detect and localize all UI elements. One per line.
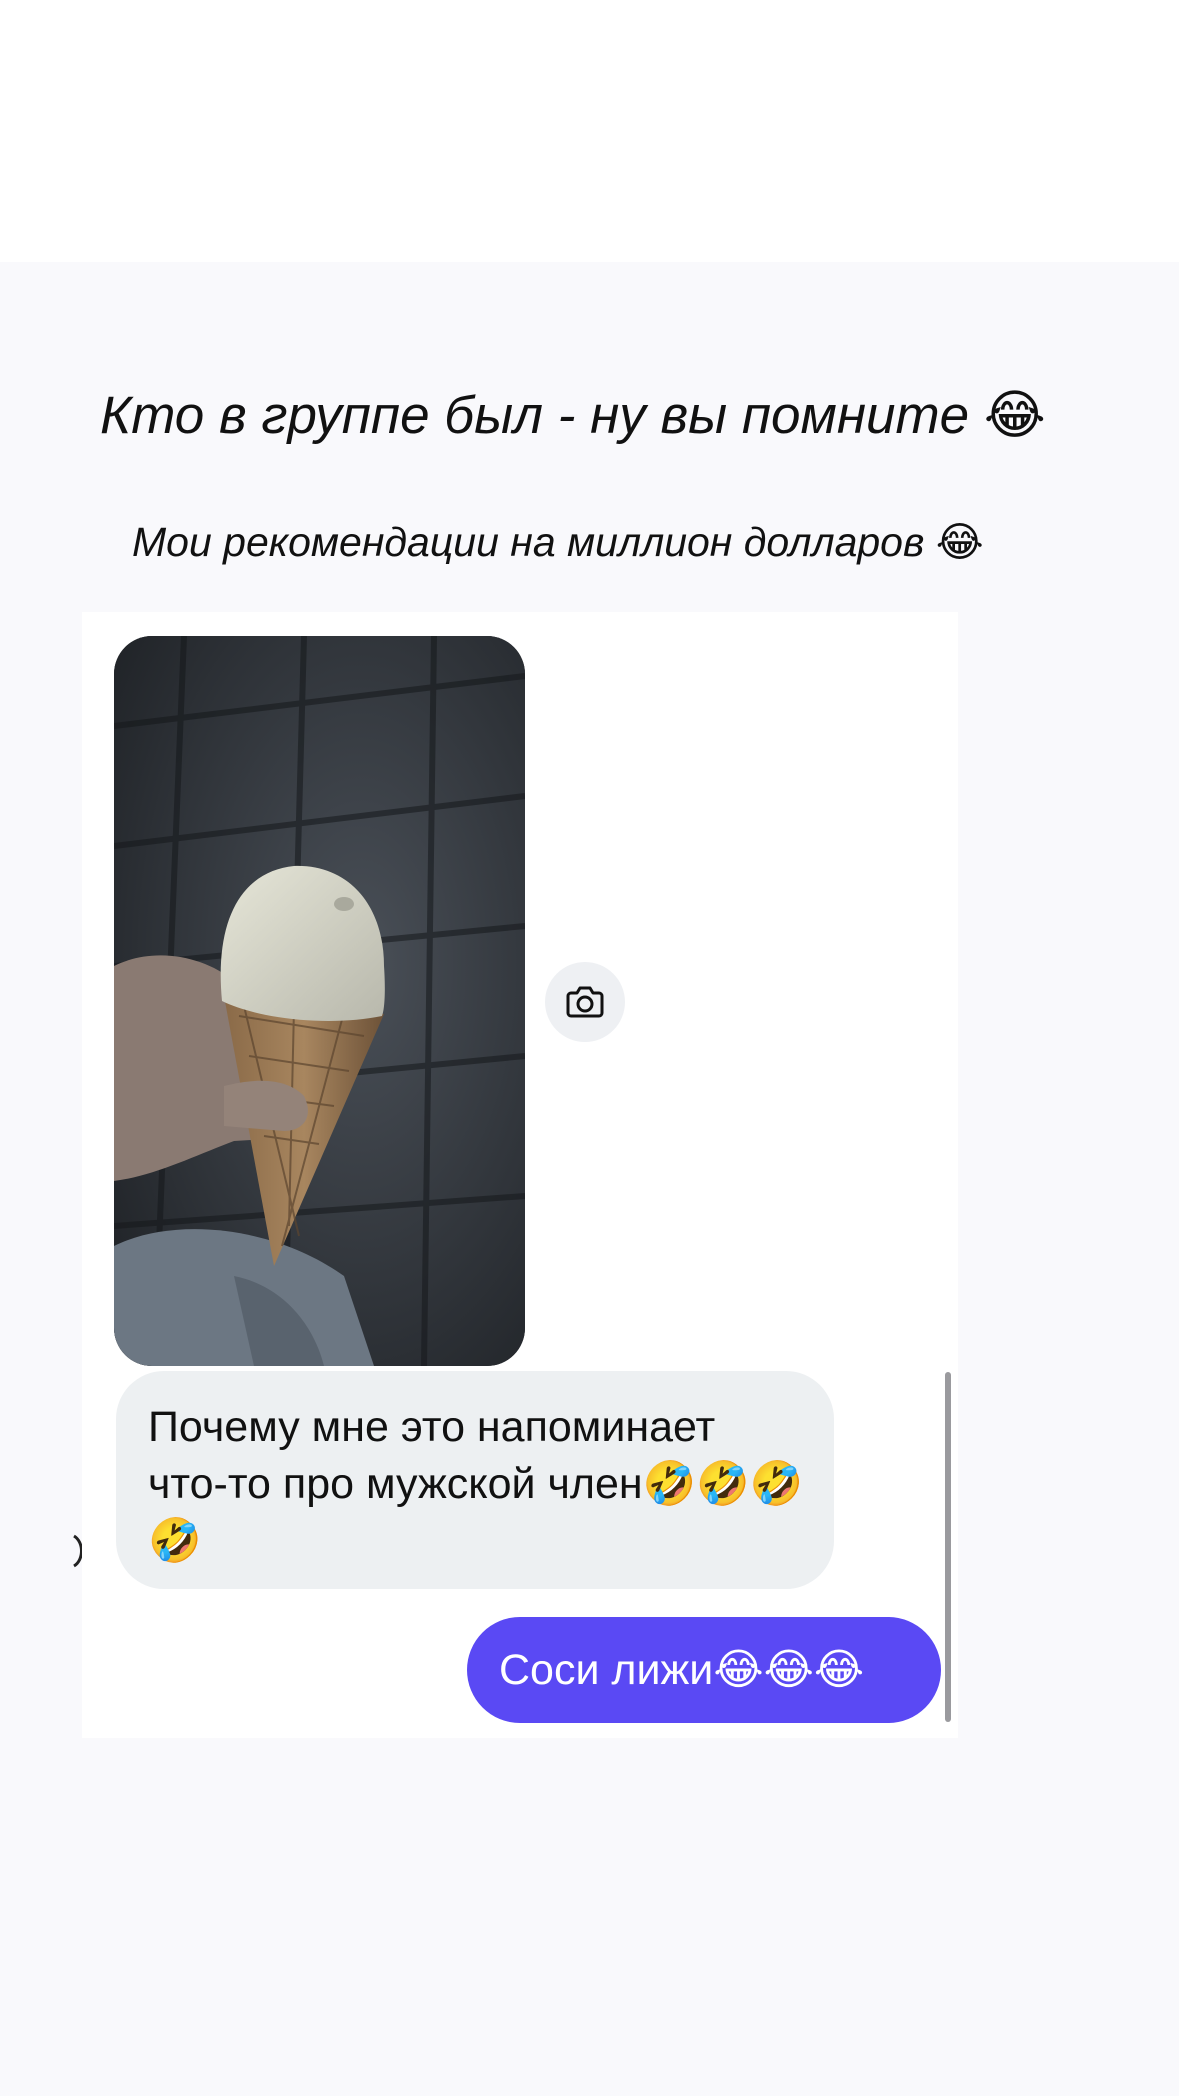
incoming-message-text: Почему мне это напоминает что-то про муж… xyxy=(148,1403,804,1565)
chat-screenshot: Почему мне это напоминает что-то про муж… xyxy=(82,612,958,1738)
outgoing-message-bubble: Соси лижи😂😂😂 xyxy=(467,1617,941,1723)
incoming-message-bubble: Почему мне это напоминает что-то про муж… xyxy=(116,1371,834,1589)
story-caption-subtitle: Мои рекомендации на миллион долларов 😂 xyxy=(132,519,984,565)
ice-cream-photo[interactable] xyxy=(114,636,525,1366)
story-caption-title: Кто в группе был - ну вы помните 😂 xyxy=(100,386,1046,445)
top-blank-area xyxy=(0,0,1179,262)
outgoing-message-text: Соси лижи😂😂😂 xyxy=(499,1646,865,1694)
scrollbar[interactable] xyxy=(945,1372,951,1722)
camera-button[interactable] xyxy=(545,962,625,1042)
camera-icon xyxy=(566,986,604,1018)
